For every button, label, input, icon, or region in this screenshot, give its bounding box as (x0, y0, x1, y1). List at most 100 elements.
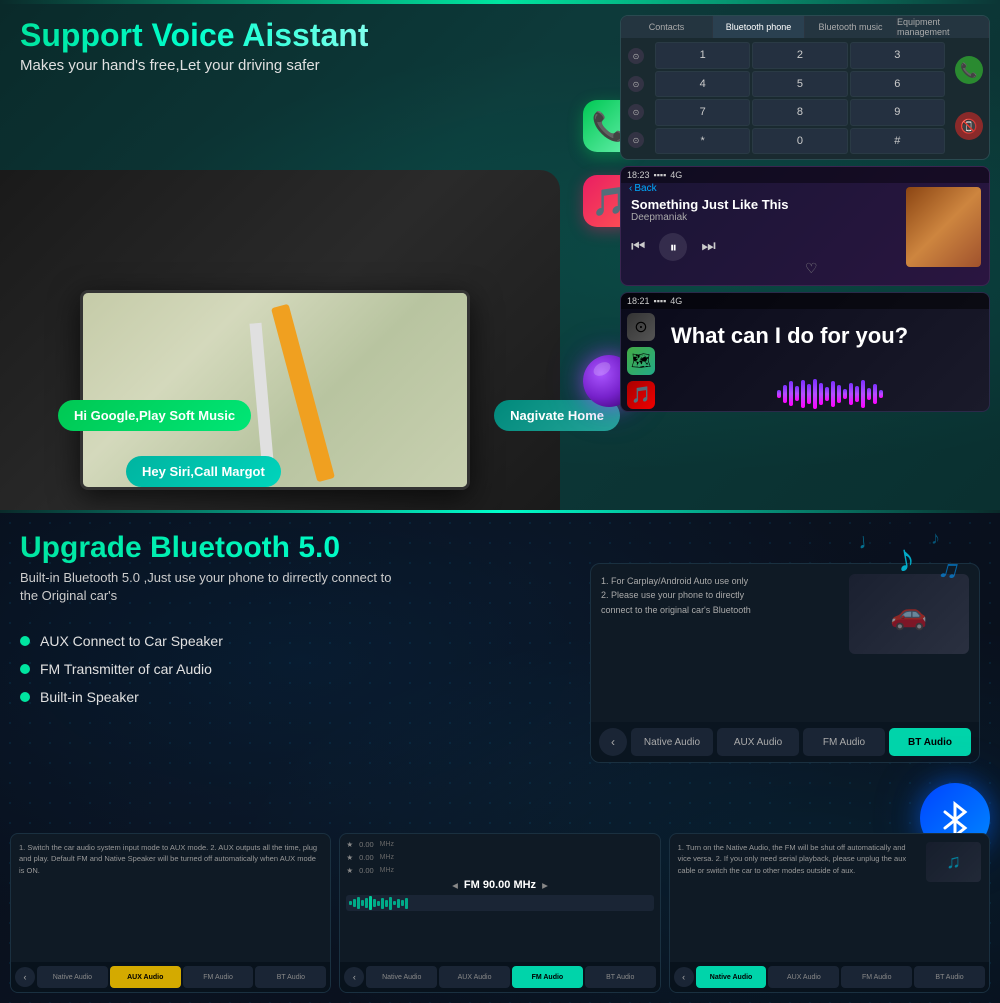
native-tab-bt[interactable]: BT Audio (914, 966, 985, 988)
pause-button[interactable]: ⏸ (659, 233, 687, 261)
fm-tab-native[interactable]: Native Audio (366, 966, 437, 988)
fm-tab-bt[interactable]: BT Audio (585, 966, 656, 988)
right-panels: Contacts Bluetooth phone Bluetooth music… (620, 15, 990, 412)
tab-bluetooth-phone[interactable]: Bluetooth phone (713, 16, 805, 38)
bluetooth-symbol (937, 800, 973, 836)
keypad-icon-3: ⊙ (628, 104, 644, 120)
key-2[interactable]: 2 (752, 42, 847, 69)
feature-text-3: Built-in Speaker (40, 689, 139, 705)
next-freq-btn[interactable]: ▶ (542, 881, 548, 890)
wave-bar-14 (855, 386, 859, 402)
aux-tab-fm[interactable]: FM Audio (183, 966, 254, 988)
fm-bar-4 (361, 900, 364, 906)
aux-tab-native[interactable]: Native Audio (37, 966, 108, 988)
freq-2: 0.00 (359, 853, 374, 862)
native-tab-aux[interactable]: AUX Audio (768, 966, 839, 988)
next-button[interactable]: ⏭ (701, 238, 715, 256)
fm-bar-8 (377, 901, 380, 906)
wave-bar-1 (777, 390, 781, 398)
bt-back-button[interactable]: ‹ (599, 728, 627, 756)
music-network: 4G (670, 170, 682, 180)
fm-panel-tabs: ‹ Native Audio AUX Audio FM Audio BT Aud… (340, 962, 659, 992)
album-art (906, 187, 981, 267)
wave-bar-7 (813, 379, 817, 409)
tab-contacts[interactable]: Contacts (621, 16, 713, 38)
key-7[interactable]: 7 (655, 99, 750, 126)
page-subtitle: Makes your hand's free,Let your driving … (20, 57, 368, 74)
key-6[interactable]: 6 (850, 71, 945, 98)
wave-bar-12 (843, 389, 847, 399)
music-note-decoration-4: ♪ (931, 528, 940, 549)
native-tab-fm[interactable]: FM Audio (841, 966, 912, 988)
fm-back-btn[interactable]: ‹ (344, 967, 364, 987)
wave-bar-13 (849, 383, 853, 405)
fm-freq-row-2: ★ 0.00 MHz (346, 853, 653, 862)
key-9[interactable]: 9 (850, 99, 945, 126)
key-star[interactable]: * (655, 128, 750, 155)
small-panel-native: 1. Turn on the Native Audio, the FM will… (669, 833, 990, 993)
bt-device-screen: 1. For Carplay/Android Auto use only 2. … (591, 564, 979, 664)
siri-network: 4G (670, 296, 682, 306)
fm-tab-aux[interactable]: AUX Audio (439, 966, 510, 988)
keypad-icon-2: ⊙ (628, 76, 644, 92)
fm-current-freq: ◀ FM 90.00 MHz ▶ (346, 879, 653, 891)
aux-tab-aux[interactable]: AUX Audio (110, 966, 181, 988)
wave-bar-9 (825, 387, 829, 401)
key-8[interactable]: 8 (752, 99, 847, 126)
aux-back-btn[interactable]: ‹ (15, 967, 35, 987)
fm-bar-13 (397, 899, 400, 908)
tab-equipment[interactable]: Equipment management (897, 16, 989, 38)
key-0[interactable]: 0 (752, 128, 847, 155)
keypad-icon-1: ⊙ (628, 48, 644, 64)
tab-bluetooth-music[interactable]: Bluetooth music (805, 16, 897, 38)
native-panel-content: 1. Turn on the Native Audio, the FM will… (670, 834, 989, 890)
wave-bar-5 (801, 380, 805, 408)
star-3: ★ (346, 866, 353, 875)
siri-wave (671, 376, 989, 411)
fm-bar-2 (353, 899, 356, 907)
music-siri-icon: 🎵 (627, 381, 655, 409)
wave-bar-6 (807, 384, 811, 404)
audio-tab-native[interactable]: Native Audio (631, 728, 713, 756)
bt-device-panel: 1. For Carplay/Android Auto use only 2. … (590, 563, 980, 763)
feature-text-2: FM Transmitter of car Audio (40, 661, 212, 677)
keypad-area: ⊙ ⊙ ⊙ ⊙ 1 2 3 4 5 6 7 8 9 * 0 # (621, 38, 989, 158)
freq-unit-2: MHz (380, 854, 394, 861)
bt-title: Upgrade Bluetooth 5.0 (20, 531, 400, 565)
native-tab-native[interactable]: Native Audio (696, 966, 767, 988)
siri-left-icons: ⊙ 🗺 🎵 ⊞ (627, 313, 655, 412)
header-text: Support Voice Aisstant Makes your hand's… (20, 18, 368, 74)
fm-bar-11 (389, 897, 392, 910)
music-back-button[interactable]: ‹ Back (629, 183, 657, 194)
key-1[interactable]: 1 (655, 42, 750, 69)
fm-freq-row-1: ★ 0.00 MHz (346, 840, 653, 849)
audio-tab-fm[interactable]: FM Audio (803, 728, 885, 756)
audio-tab-aux[interactable]: AUX Audio (717, 728, 799, 756)
wave-bar-3 (789, 381, 793, 406)
key-4[interactable]: 4 (655, 71, 750, 98)
key-5[interactable]: 5 (752, 71, 847, 98)
phone-panel: Contacts Bluetooth phone Bluetooth music… (620, 15, 990, 160)
audio-tab-bt[interactable]: BT Audio (889, 728, 971, 756)
key-hash[interactable]: # (850, 128, 945, 155)
car-background (0, 170, 560, 510)
fm-tab-fm[interactable]: FM Audio (512, 966, 583, 988)
end-call-button[interactable]: 📵 (955, 112, 983, 140)
music-artist: Deepmaniak (631, 212, 899, 223)
feature-dot-3 (20, 692, 30, 702)
fm-bar-5 (365, 898, 368, 908)
aux-panel-content: 1. Switch the car audio system input mod… (11, 834, 330, 884)
keypad-left-icons: ⊙ ⊙ ⊙ ⊙ (621, 38, 651, 158)
bottom-panels: 1. Switch the car audio system input mod… (10, 833, 990, 993)
freq-1: 0.00 (359, 840, 374, 849)
prev-freq-btn[interactable]: ◀ (452, 881, 458, 890)
prev-button[interactable]: ⏮ (631, 238, 645, 256)
music-time: 18:23 (627, 170, 650, 180)
call-button[interactable]: 📞 (955, 56, 983, 84)
wave-bar-17 (873, 384, 877, 404)
freq-unit-1: MHz (380, 841, 394, 848)
heart-button[interactable]: ♡ (805, 260, 818, 277)
native-back-btn[interactable]: ‹ (674, 967, 694, 987)
key-3[interactable]: 3 (850, 42, 945, 69)
aux-tab-bt[interactable]: BT Audio (255, 966, 326, 988)
